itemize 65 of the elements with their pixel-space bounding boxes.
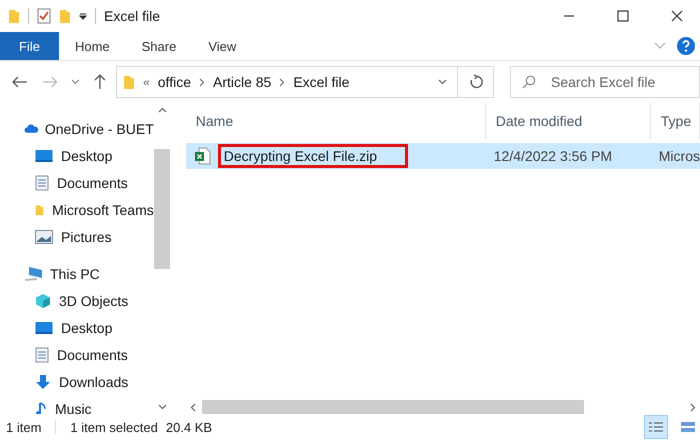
ribbon-tab[interactable]: Home <box>58 32 126 60</box>
sidebar-item[interactable]: Documents <box>0 341 154 368</box>
refresh-button[interactable] <box>458 66 494 98</box>
column-header[interactable]: Name <box>186 103 486 139</box>
computer-icon <box>24 266 44 282</box>
folder-icon <box>123 74 136 90</box>
ribbon-tab[interactable]: Share <box>126 32 192 60</box>
sidebar-item[interactable]: This PC <box>0 260 154 287</box>
scroll-left-icon[interactable] <box>190 402 196 412</box>
search-icon <box>522 75 536 89</box>
music-note-icon <box>35 400 47 414</box>
overflow-chevrons[interactable]: « <box>143 75 150 89</box>
monitor-icon <box>35 148 53 162</box>
dropdown-icon[interactable] <box>79 12 87 20</box>
refresh-icon <box>468 74 484 90</box>
sidebar-item[interactable]: Pictures <box>0 223 154 250</box>
file-name: Decrypting Excel File.zip <box>218 144 408 168</box>
ribbon-tab[interactable]: View <box>192 32 252 60</box>
sidebar-item[interactable]: OneDrive - BUET <box>0 115 154 142</box>
document-icon <box>35 346 49 362</box>
sidebar-item[interactable]: 3D Objects <box>0 287 154 314</box>
column-header[interactable]: Type <box>650 103 700 139</box>
selection-count: 1 item selected <box>70 420 158 434</box>
document-icon <box>35 174 49 190</box>
item-count: 1 item <box>6 420 42 434</box>
close-icon[interactable] <box>671 10 683 22</box>
sidebar-item[interactable]: Desktop <box>0 314 154 341</box>
date-cell-text: 12/4/2022 3:56 PM <box>492 148 614 164</box>
chevron-down-icon[interactable] <box>438 79 448 85</box>
sidebar-item[interactable]: Documents <box>0 169 154 196</box>
down-arrow-icon <box>35 374 51 390</box>
chevron-right-icon[interactable] <box>279 78 286 86</box>
scroll-right-icon[interactable] <box>690 402 696 412</box>
ribbon-tab[interactable]: File <box>0 32 59 60</box>
help-icon[interactable] <box>676 36 696 56</box>
chevron-right-icon[interactable] <box>198 78 205 86</box>
scroll-up-icon[interactable] <box>158 107 167 113</box>
checklist-icon[interactable] <box>37 8 51 24</box>
type-cell-text: Micros <box>658 148 700 164</box>
sidebar-item[interactable]: Downloads <box>0 368 154 395</box>
breadcrumb[interactable]: office <box>158 74 191 90</box>
chevron-down-icon[interactable] <box>71 79 80 85</box>
maximize-icon[interactable] <box>617 10 629 22</box>
sidebar-item[interactable]: Desktop <box>0 142 154 169</box>
scroll-down-icon[interactable] <box>158 404 167 410</box>
breadcrumb[interactable]: Excel file <box>293 74 350 90</box>
window-title: Excel file <box>104 8 160 24</box>
file-row[interactable]: Decrypting Excel File.zip 12/4/2022 3:56 PM Micros <box>186 143 700 169</box>
address-bar[interactable]: « office Article 85 Excel file <box>116 66 458 98</box>
tiles-icon <box>680 420 696 434</box>
cloud-icon <box>24 122 39 134</box>
excel-file-icon <box>194 147 212 165</box>
picture-icon <box>35 230 53 244</box>
details-view-button[interactable] <box>644 415 668 439</box>
breadcrumb[interactable]: Article 85 <box>212 74 272 90</box>
sidebar-item[interactable]: Microsoft Teams <box>0 196 154 223</box>
details-list-icon <box>648 420 664 434</box>
up-arrow-icon[interactable] <box>94 74 106 90</box>
search-field[interactable]: Search Excel file <box>510 66 700 98</box>
back-arrow-icon[interactable] <box>12 76 28 88</box>
cube-icon <box>35 292 51 308</box>
sidebar-item[interactable]: Music <box>0 395 154 414</box>
monitor-icon <box>35 320 53 334</box>
column-header[interactable]: Date modified <box>486 103 651 139</box>
selection-size: 20.4 KB <box>166 420 212 434</box>
